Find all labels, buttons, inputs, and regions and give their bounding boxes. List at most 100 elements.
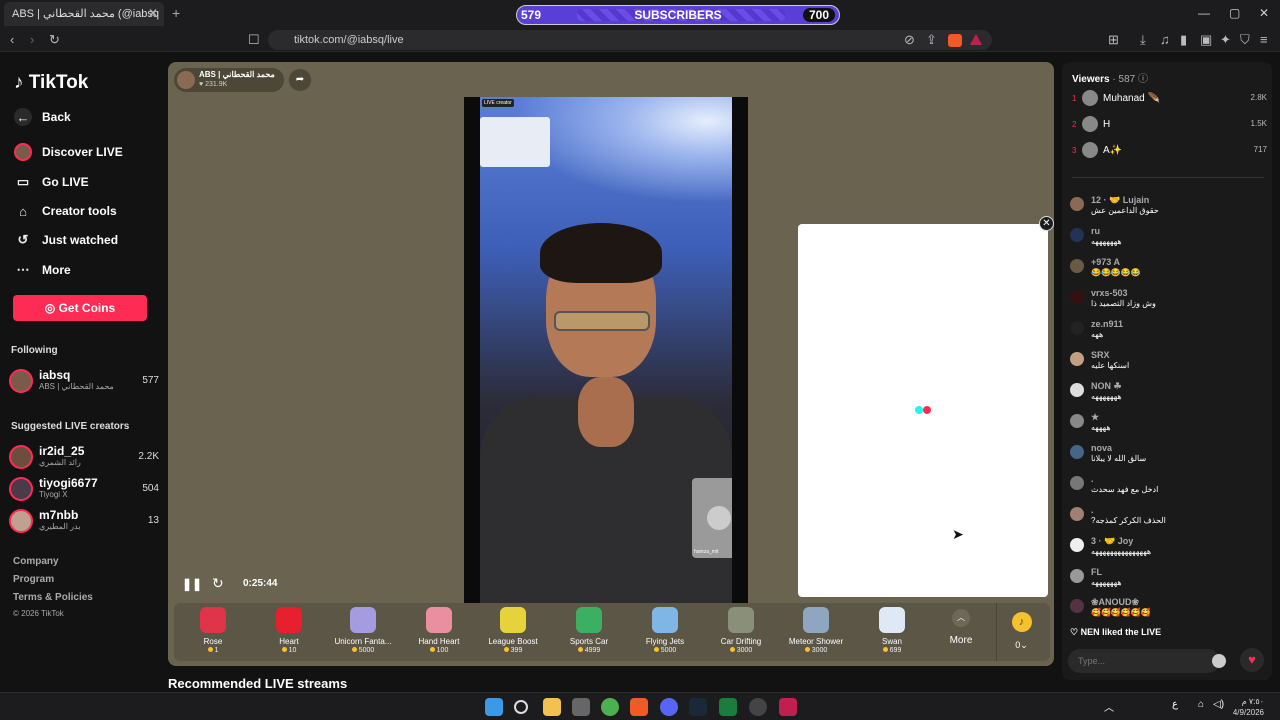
download-icon[interactable]: ⤓: [1140, 32, 1146, 48]
refresh-button[interactable]: ↻: [212, 575, 224, 592]
avatar[interactable]: [1070, 321, 1084, 335]
steam-icon[interactable]: [689, 698, 707, 716]
avatar: [177, 71, 195, 89]
chat-username[interactable]: ru: [1091, 226, 1100, 236]
brave-icon[interactable]: [630, 698, 648, 716]
excel-icon[interactable]: [719, 698, 737, 716]
browser-tab[interactable]: ABS | محمد القحطاني (@iabsq ✕: [4, 2, 164, 26]
chat-input[interactable]: [1068, 649, 1220, 673]
new-tab-button[interactable]: +: [172, 5, 180, 21]
host-info[interactable]: ABS | محمد القحطاني ♥ 231.9K: [174, 68, 284, 92]
network-icon[interactable]: ⌂: [1198, 699, 1204, 710]
chat-username[interactable]: ze.n911: [1091, 319, 1123, 329]
leo-ai-icon[interactable]: ✦: [1220, 32, 1231, 48]
sidebar-toggle-icon[interactable]: ⊞: [1108, 32, 1119, 48]
brave-shield-icon[interactable]: [948, 34, 962, 47]
close-window-button[interactable]: ✕: [1259, 6, 1269, 20]
avatar[interactable]: [1070, 538, 1084, 552]
avatar[interactable]: [1070, 445, 1084, 459]
viewers-header[interactable]: Viewers · 587 ⓘ: [1072, 70, 1148, 85]
panel-icon[interactable]: ▮: [1180, 32, 1187, 48]
avatar[interactable]: [1070, 259, 1084, 273]
chat-username[interactable]: FL: [1091, 567, 1102, 577]
footer-company-link[interactable]: Company: [13, 556, 59, 567]
chat-username[interactable]: NON ☘: [1091, 381, 1122, 392]
forward-icon[interactable]: ›: [30, 32, 34, 47]
avatar[interactable]: [1070, 414, 1084, 428]
chat-username[interactable]: 12 · 🤝 Lujain: [1091, 195, 1149, 206]
suggested-creator[interactable]: ir2id_25 رائد الشمري 2.2K: [9, 443, 159, 471]
top-viewer-row[interactable]: 2 H 1.5K: [1072, 116, 1267, 136]
search-icon[interactable]: [514, 700, 528, 714]
wallet-icon[interactable]: ▣: [1200, 32, 1212, 48]
sidebar-item-creator-tools[interactable]: ⌂ Creator tools: [14, 202, 117, 220]
avatar[interactable]: [1070, 599, 1084, 613]
coin-balance-button[interactable]: ♪ 0⌄: [996, 603, 1046, 661]
app-icon[interactable]: [779, 698, 797, 716]
vpn-icon[interactable]: ⛉: [1240, 32, 1250, 48]
media-icon[interactable]: ♫: [1160, 32, 1170, 47]
suggested-creator[interactable]: m7nbb بدر المطيري 13: [9, 507, 159, 535]
sidebar-item-discover-live[interactable]: Discover LIVE: [14, 143, 123, 161]
tiktok-logo[interactable]: ♪ TikTok: [14, 72, 88, 94]
guest-tile[interactable]: hamza_mit: [692, 478, 732, 558]
chat-username[interactable]: ❀ANOUD❀: [1091, 597, 1139, 608]
chat-username[interactable]: nova: [1091, 443, 1112, 453]
share-icon[interactable]: ➦: [289, 69, 311, 91]
top-viewer-row[interactable]: 3 A✨ 717: [1072, 142, 1267, 162]
language-indicator[interactable]: ع: [1172, 699, 1178, 710]
avatar[interactable]: [1070, 476, 1084, 490]
avatar[interactable]: [1070, 228, 1084, 242]
sidebar-item-more[interactable]: ⋯ More: [14, 261, 71, 279]
discord-icon[interactable]: [660, 698, 678, 716]
back-icon[interactable]: ‹: [10, 32, 14, 47]
menu-icon[interactable]: ≡: [1260, 32, 1268, 47]
file-explorer-icon[interactable]: [543, 698, 561, 716]
chat-username[interactable]: ★: [1091, 412, 1099, 423]
clock[interactable]: ٧:٥٠ م 4/9/2026: [1233, 696, 1264, 718]
avatar[interactable]: [1070, 383, 1084, 397]
emoji-icon[interactable]: [1212, 654, 1226, 668]
maximize-button[interactable]: ▢: [1229, 6, 1240, 20]
chevron-up-icon[interactable]: ︿: [1104, 699, 1114, 714]
chat-username[interactable]: SRX: [1091, 350, 1110, 360]
avatar[interactable]: [1070, 569, 1084, 583]
reader-icon[interactable]: ⊘: [904, 32, 915, 48]
clock-time: ٧:٥٠ م: [1241, 697, 1264, 706]
top-viewer-row[interactable]: 1 Muhanad 🪶 2.8K: [1072, 90, 1267, 110]
sidebar-item-go-live[interactable]: ▭ Go LIVE: [14, 173, 89, 191]
footer-program-link[interactable]: Program: [13, 574, 54, 585]
following-creator-iabsq[interactable]: iabsq ABS | محمد القحطاني 577: [9, 367, 159, 395]
share-page-icon[interactable]: ⇪: [926, 32, 937, 48]
pause-button[interactable]: ❚❚: [182, 577, 202, 591]
sidebar-item-just-watched[interactable]: ↺ Just watched: [14, 231, 118, 249]
reload-icon[interactable]: ↻: [49, 32, 60, 48]
minimize-button[interactable]: —: [1198, 6, 1210, 20]
sidebar-item-back[interactable]: ← Back: [14, 108, 71, 126]
avatar[interactable]: [1070, 290, 1084, 304]
start-icon[interactable]: [485, 698, 503, 716]
chat-username[interactable]: .: [1091, 505, 1094, 515]
suggested-creator[interactable]: tiyogi6677 Tiyogi X 504: [9, 475, 159, 503]
avatar[interactable]: [1070, 507, 1084, 521]
get-coins-button[interactable]: ◎ Get Coins: [13, 295, 147, 321]
chat-username[interactable]: 3 · 🤝 Joy: [1091, 536, 1133, 547]
chat-username[interactable]: .: [1091, 474, 1094, 484]
brave-rewards-icon[interactable]: [970, 34, 982, 45]
avatar[interactable]: [1070, 197, 1084, 211]
live-video[interactable]: LIVE creator hamza_mit: [464, 97, 748, 603]
app-icon[interactable]: [749, 698, 767, 716]
more-gifts-button[interactable]: ︿ More: [946, 609, 976, 646]
close-popup-button[interactable]: ✕: [1039, 216, 1054, 231]
chat-username[interactable]: vrxs-503: [1091, 288, 1128, 298]
avatar[interactable]: [1070, 352, 1084, 366]
chrome-icon[interactable]: [601, 698, 619, 716]
bookmark-icon[interactable]: ☐: [248, 32, 260, 48]
chat-username[interactable]: +973 A: [1091, 257, 1120, 267]
heart-like-button[interactable]: ♥: [1240, 648, 1264, 672]
store-icon[interactable]: [572, 698, 590, 716]
volume-icon[interactable]: ◁): [1213, 699, 1224, 710]
url-field[interactable]: tiktok.com/@iabsq/live: [268, 30, 992, 50]
footer-terms-link[interactable]: Terms & Policies: [13, 592, 93, 603]
close-tab-icon[interactable]: ✕: [148, 6, 158, 20]
